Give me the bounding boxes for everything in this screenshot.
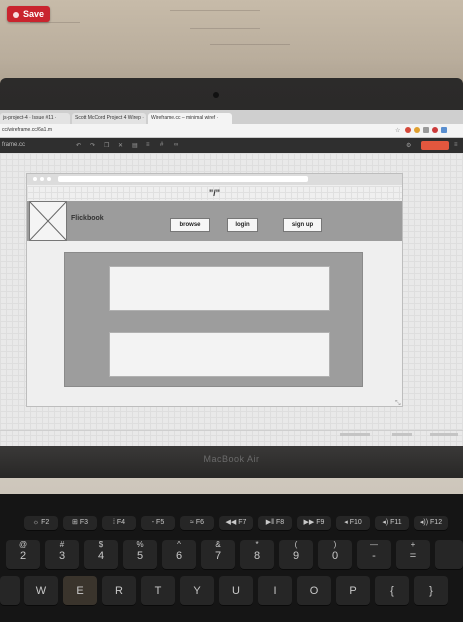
share-button[interactable]	[421, 141, 449, 150]
browser-tab-active[interactable]: Wireframe.cc – minimal wiref ·	[148, 113, 232, 124]
wireframe-content-area[interactable]	[64, 252, 363, 387]
status-indicator	[430, 433, 458, 436]
app-toolbar: frame.cc ↶ ↷ ❐ ✕ ▤ ≡ # ∞ ⚙ ≡	[0, 138, 463, 153]
extension-icon[interactable]	[405, 127, 411, 133]
extension-icon[interactable]	[423, 127, 429, 133]
key-5[interactable]: % 5	[123, 540, 157, 570]
copy-icon[interactable]: ❐	[104, 142, 109, 149]
browser-tab[interactable]: js-project-4 · Issue #11 ·	[0, 113, 70, 124]
app-name: frame.cc	[2, 142, 26, 148]
undo-icon[interactable]: ↶	[76, 142, 81, 149]
handwritten-note	[30, 22, 80, 23]
key-f4[interactable]: ⁞ F4	[102, 516, 136, 531]
key-r[interactable]: R	[102, 576, 136, 606]
key-t[interactable]: T	[141, 576, 175, 606]
keyboard: ☼ F2 ⊞ F3 ⁞ F4 - F5 ≈ F6 ◀◀ F7 ▶‖ F8 ▶▶ …	[0, 494, 463, 622]
extension-icon[interactable]	[414, 127, 420, 133]
pin-icon	[12, 11, 19, 18]
key-e[interactable]: E	[63, 576, 97, 606]
key-f10[interactable]: ◂ F10	[336, 516, 370, 531]
laptop-brand-label: MacBook Air	[203, 454, 260, 464]
handwritten-note	[210, 44, 290, 45]
key-y[interactable]: Y	[180, 576, 214, 606]
login-button[interactable]: login	[227, 218, 258, 232]
key-left-brace[interactable]: {	[375, 576, 409, 606]
key-f11[interactable]: ◂) F11	[375, 516, 409, 531]
grid-icon[interactable]: #	[160, 142, 163, 148]
save-label: Save	[22, 9, 45, 19]
status-indicator	[392, 433, 412, 436]
wireframe-browser-frame[interactable]: "/" Flickbook browse login sign up	[26, 173, 403, 407]
key-f2[interactable]: ☼ F2	[24, 516, 58, 531]
handwritten-note	[190, 28, 260, 29]
key-9[interactable]: (9	[279, 540, 313, 570]
key-u[interactable]: U	[219, 576, 253, 606]
key-7[interactable]: & 7	[201, 540, 235, 570]
redo-icon[interactable]: ↷	[90, 142, 95, 149]
key-4[interactable]: $4	[84, 540, 118, 570]
star-icon[interactable]: ☆	[395, 127, 400, 134]
key-equals[interactable]: + =	[396, 540, 430, 570]
webcam	[213, 92, 219, 98]
key-right-brace[interactable]: }	[414, 576, 448, 606]
extension-icon[interactable]	[432, 127, 438, 133]
key-8[interactable]: * 8	[240, 540, 274, 570]
delete-icon[interactable]: ✕	[118, 142, 123, 149]
window-dot-icon	[47, 177, 51, 181]
key-f5[interactable]: - F5	[141, 516, 175, 531]
wireframe-window-bar	[27, 174, 402, 185]
menu-icon[interactable]: ≡	[454, 142, 458, 148]
laptop-screen: js-project-4 · Issue #11 · Scott McCord …	[0, 110, 463, 446]
url-text: cc/wireframe.cc/6a1.m	[2, 127, 53, 133]
key-minus[interactable]: — -	[357, 540, 391, 570]
content-box[interactable]	[109, 332, 330, 377]
align-icon[interactable]: ≡	[146, 142, 150, 148]
wireframe-path-label: "/"	[27, 186, 402, 200]
key-f6[interactable]: ≈ F6	[180, 516, 214, 531]
content-box[interactable]	[109, 266, 330, 311]
key-o[interactable]: O	[297, 576, 331, 606]
browser-tab[interactable]: Scott McCord Project 4 Wirep ·	[72, 113, 146, 124]
handwritten-note	[170, 10, 260, 11]
wireframe-brand: Flickbook	[71, 215, 104, 222]
key-f9[interactable]: ▶▶ F9	[297, 516, 331, 531]
key-i[interactable]: I	[258, 576, 292, 606]
status-divider	[0, 430, 463, 431]
key-p[interactable]: P	[336, 576, 370, 606]
key-f3[interactable]: ⊞ F3	[63, 516, 97, 531]
key-6[interactable]: ^ 6	[162, 540, 196, 570]
browse-button[interactable]: browse	[170, 218, 210, 232]
address-bar[interactable]: cc/wireframe.cc/6a1.m ☆	[0, 124, 463, 138]
link-icon[interactable]: ∞	[174, 142, 178, 148]
status-indicator	[340, 433, 370, 436]
extension-icon[interactable]	[441, 127, 447, 133]
key-0[interactable]: ) 0	[318, 540, 352, 570]
logo-placeholder-icon[interactable]	[29, 201, 67, 241]
window-dot-icon	[33, 177, 37, 181]
resize-handle-icon[interactable]: ⤡	[395, 400, 401, 408]
browser-tab-bar: js-project-4 · Issue #11 · Scott McCord …	[0, 110, 463, 124]
layers-icon[interactable]: ▤	[132, 142, 138, 149]
key-f7[interactable]: ◀◀ F7	[219, 516, 253, 531]
key-w[interactable]: W	[24, 576, 58, 606]
key-f8[interactable]: ▶‖ F8	[258, 516, 292, 531]
key-3[interactable]: #3	[45, 540, 79, 570]
settings-icon[interactable]: ⚙	[406, 142, 411, 149]
signup-button[interactable]: sign up	[283, 218, 322, 232]
window-dot-icon	[40, 177, 44, 181]
key-delete[interactable]	[435, 540, 463, 570]
key-tab[interactable]	[0, 576, 20, 606]
key-2[interactable]: @2	[6, 540, 40, 570]
save-button[interactable]: Save	[7, 6, 50, 22]
wireframe-url-field	[58, 176, 308, 182]
key-f12[interactable]: ◂)) F12	[414, 516, 448, 531]
